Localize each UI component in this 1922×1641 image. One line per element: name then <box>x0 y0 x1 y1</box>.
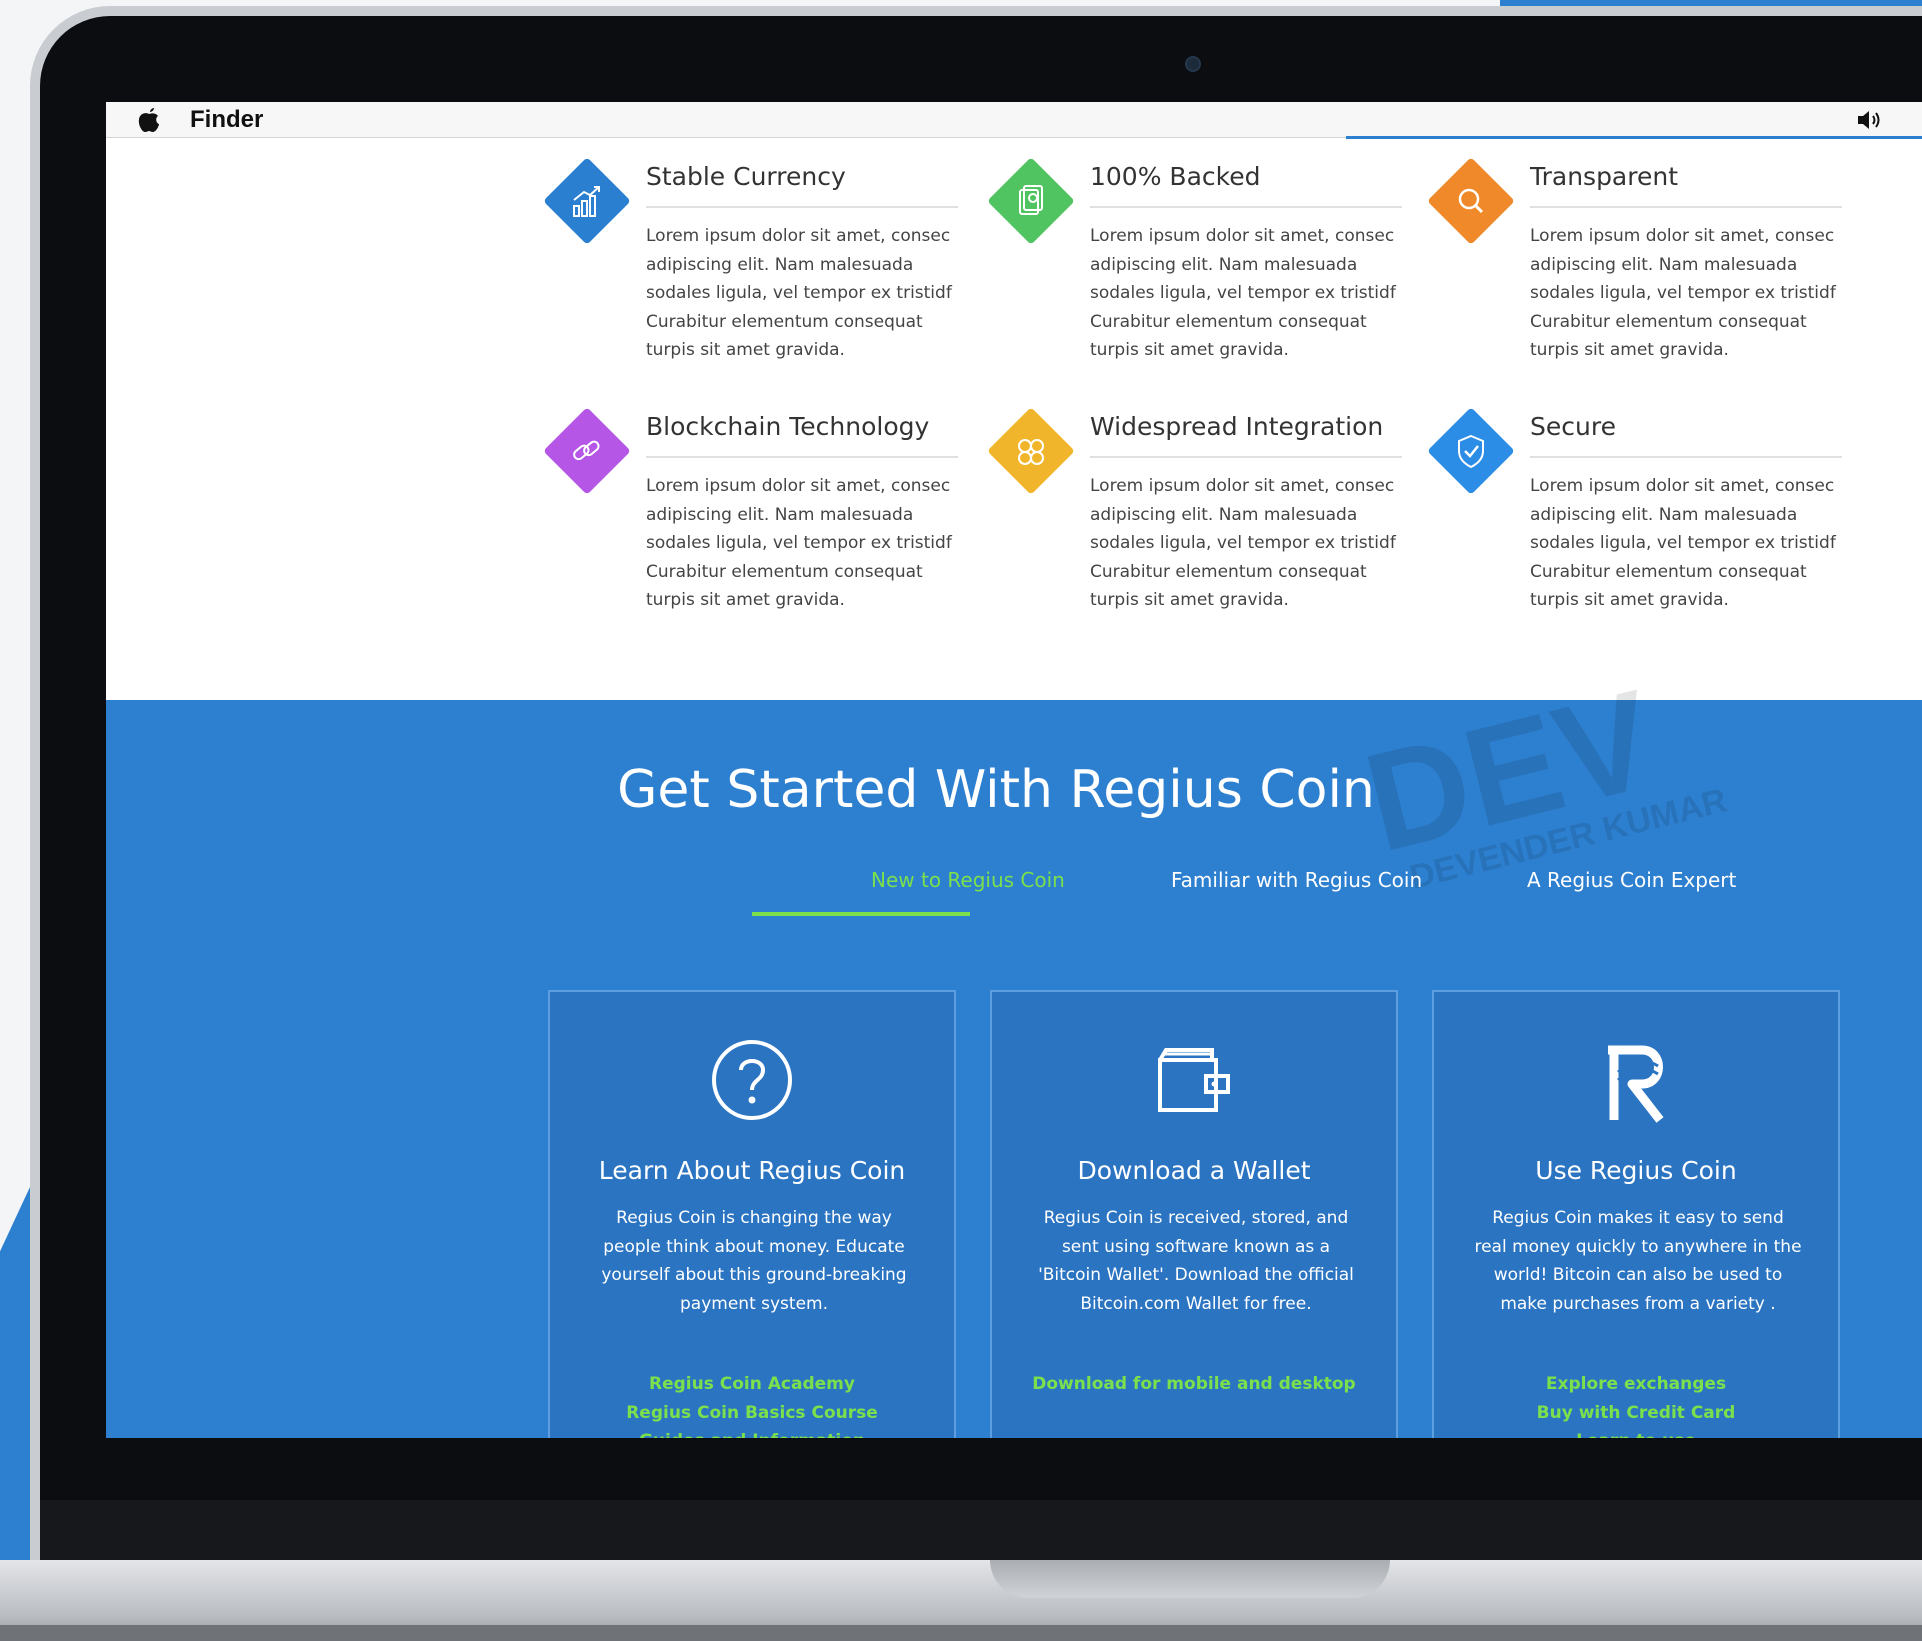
question-circle-icon <box>712 1040 792 1120</box>
money-stack-icon <box>1019 185 1043 215</box>
apple-logo-icon[interactable] <box>136 106 162 134</box>
link-explore-exchanges[interactable]: Explore exchanges <box>1546 1370 1726 1399</box>
wallet-icon <box>1158 1048 1230 1112</box>
link-download-mobile-desktop[interactable]: Download for mobile and desktop <box>1032 1370 1355 1399</box>
menu-bar: Finder <box>106 102 1922 138</box>
feature-title: 100% Backed <box>1090 162 1261 191</box>
link-regius-coin-academy[interactable]: Regius Coin Academy <box>649 1370 855 1399</box>
divider <box>646 206 958 208</box>
feature-title: Blockchain Technology <box>646 412 930 441</box>
tab-new-to-regius-coin[interactable]: New to Regius Coin <box>871 868 1065 892</box>
link-buy-with-credit-card[interactable]: Buy with Credit Card <box>1537 1399 1736 1428</box>
get-started-section: DEV DEVENDER KUMAR Get Started With Regi… <box>106 660 1922 1438</box>
link-regius-coin-basics-course[interactable]: Regius Coin Basics Course <box>626 1399 878 1428</box>
feature-widespread-integration: Widespread Integration Lorem ipsum dolor… <box>987 400 1430 620</box>
card-title: Download a Wallet <box>1077 1156 1311 1185</box>
tab-regius-coin-expert[interactable]: A Regius Coin Expert <box>1527 868 1736 892</box>
feature-blockchain-technology: Blockchain Technology Lorem ipsum dolor … <box>543 400 986 620</box>
laptop-chin <box>40 1500 1922 1560</box>
section-title: Get Started With Regius Coin <box>617 760 1375 820</box>
divider <box>1530 206 1842 208</box>
magnifier-icon <box>1458 188 1484 214</box>
card-links: Regius Coin Academy Regius Coin Basics C… <box>550 1370 954 1438</box>
growth-chart-icon <box>573 186 600 217</box>
menu-bar-accent <box>1346 136 1922 139</box>
card-use-regius-coin: Use Regius Coin Regius Coin makes it eas… <box>1432 990 1840 1438</box>
card-links: Explore exchanges Buy with Credit Card L… <box>1434 1370 1838 1438</box>
tab-familiar-with-regius-coin[interactable]: Familiar with Regius Coin <box>1171 868 1422 892</box>
feature-stable-currency: Stable Currency Lorem ipsum dolor sit am… <box>543 150 986 370</box>
card-title: Use Regius Coin <box>1535 1156 1737 1185</box>
divider <box>646 456 958 458</box>
laptop-base-edge <box>0 1625 1922 1641</box>
feature-title: Secure <box>1530 412 1616 441</box>
feature-secure: Secure Lorem ipsum dolor sit amet, conse… <box>1427 400 1870 620</box>
feature-100-backed: 100% Backed Lorem ipsum dolor sit amet, … <box>987 150 1430 370</box>
speaker-volume-icon[interactable] <box>1856 108 1886 132</box>
card-download-wallet: Download a Wallet Regius Coin is receive… <box>990 990 1398 1438</box>
feature-description: Lorem ipsum dolor sit amet, consec adipi… <box>1090 476 1396 610</box>
active-tab-underline <box>752 912 970 916</box>
feature-description: Lorem ipsum dolor sit amet, consec adipi… <box>646 226 952 360</box>
divider <box>1090 206 1402 208</box>
card-description: Regius Coin is changing the way people t… <box>601 1208 907 1314</box>
feature-description: Lorem ipsum dolor sit amet, consec adipi… <box>1530 476 1836 610</box>
laptop-opening-notch <box>990 1560 1390 1598</box>
card-learn-about: Learn About Regius Coin Regius Coin is c… <box>548 990 956 1438</box>
card-links: Download for mobile and desktop <box>992 1370 1396 1399</box>
regius-r-logo-icon <box>1608 1045 1664 1123</box>
card-description: Regius Coin is received, stored, and sen… <box>1038 1208 1354 1314</box>
feature-description: Lorem ipsum dolor sit amet, consec adipi… <box>1090 226 1396 360</box>
feature-description: Lorem ipsum dolor sit amet, consec adipi… <box>1530 226 1836 360</box>
divider <box>1090 456 1402 458</box>
link-learn-to-use[interactable]: Learn to use <box>1576 1427 1696 1438</box>
webcam-icon <box>1185 56 1201 72</box>
audience-tabs: New to Regius Coin Familiar with Regius … <box>606 868 1756 908</box>
shield-check-icon <box>1458 434 1484 469</box>
laptop-screen: Finder Stable Currency Lorem ipsum dolor… <box>106 102 1922 1438</box>
divider <box>1530 456 1842 458</box>
link-guides-and-information[interactable]: Guides and Information <box>639 1427 865 1438</box>
feature-title: Transparent <box>1530 162 1679 191</box>
app-menu-finder[interactable]: Finder <box>190 106 263 134</box>
chain-link-icon <box>573 440 600 461</box>
card-description: Regius Coin makes it easy to send real m… <box>1474 1208 1802 1314</box>
integration-puzzle-icon <box>1018 439 1044 465</box>
card-title: Learn About Regius Coin <box>598 1156 906 1185</box>
feature-title: Stable Currency <box>646 162 846 191</box>
feature-title: Widespread Integration <box>1090 412 1384 441</box>
feature-description: Lorem ipsum dolor sit amet, consec adipi… <box>646 476 952 610</box>
feature-transparent: Transparent Lorem ipsum dolor sit amet, … <box>1427 150 1870 370</box>
